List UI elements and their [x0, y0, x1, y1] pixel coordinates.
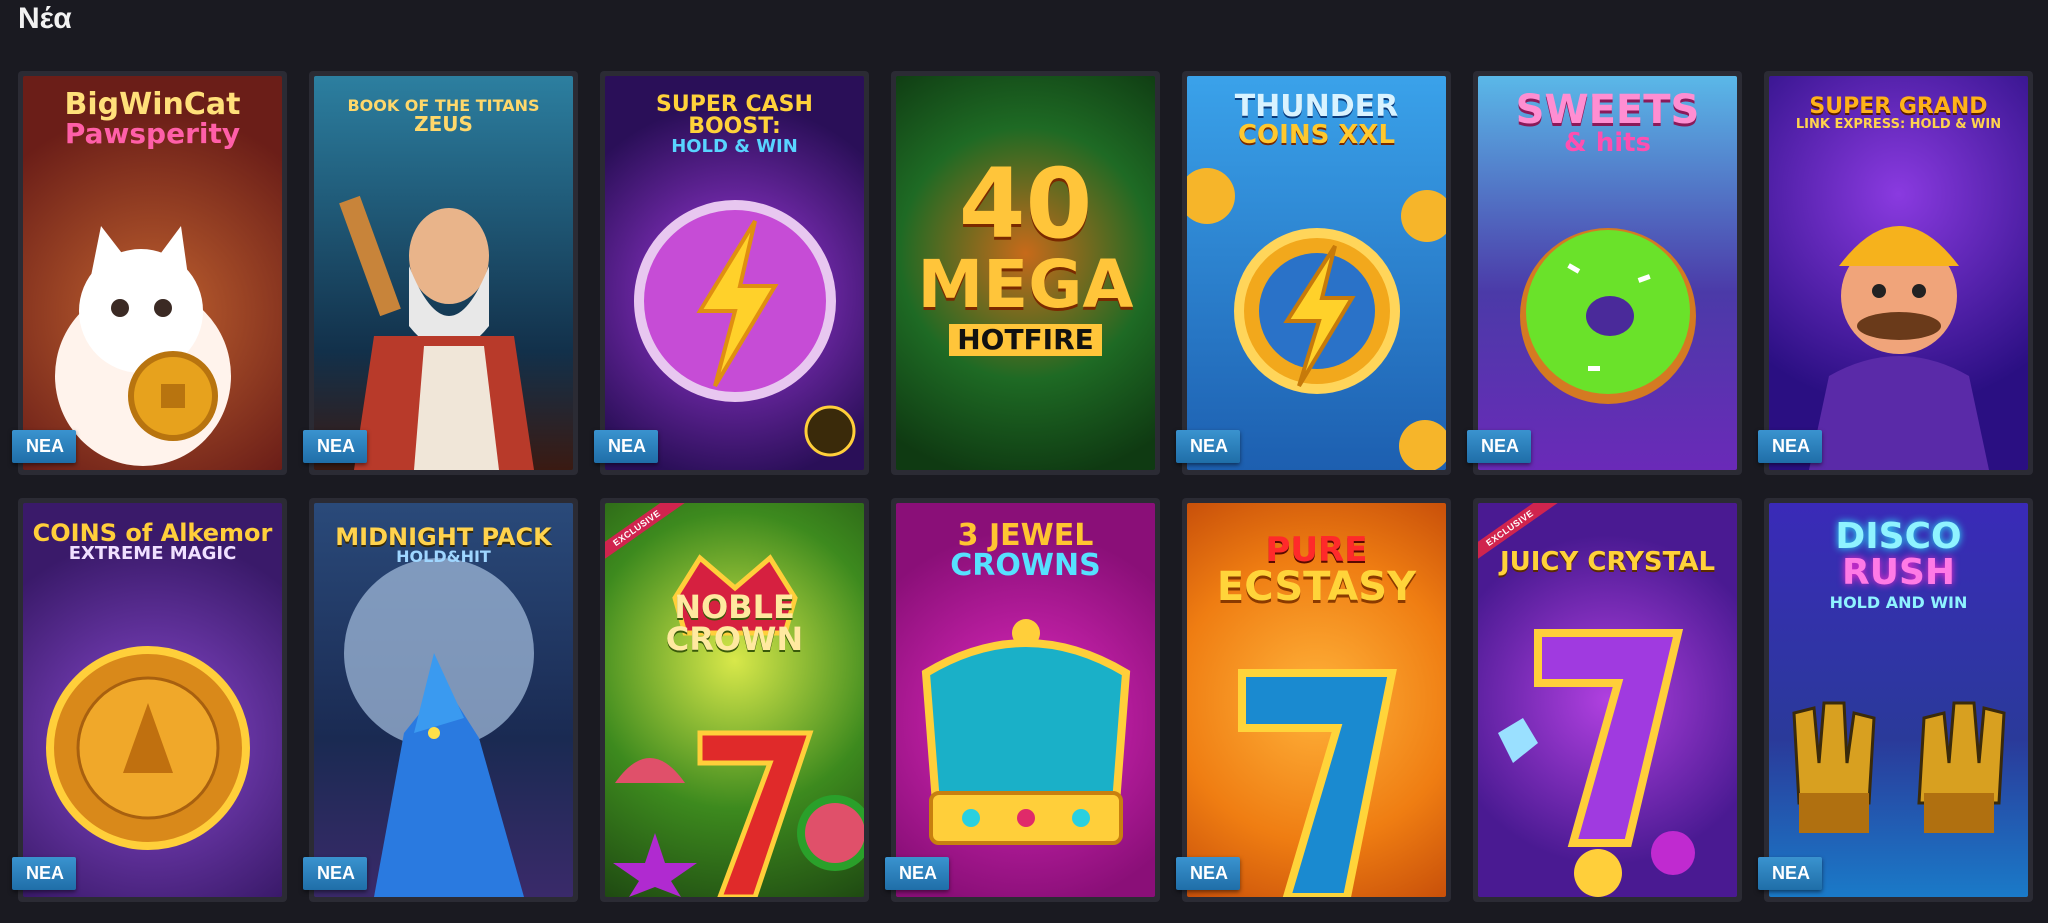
game-title-line2: LINK EXPRESS: HOLD & WIN — [1795, 117, 2002, 132]
new-badge: ΝΕΑ — [885, 857, 950, 890]
new-badge: ΝΕΑ — [1176, 857, 1241, 890]
game-title-line2: Pawsperity — [64, 117, 241, 150]
game-tile-coins-of-alkemor[interactable]: COINS of Alkemor EXTREME MAGIC ΝΕΑ — [12, 498, 287, 902]
games-grid: BigWinCat Pawsperity ΝΕΑ BOOK OF THE TIT… — [0, 0, 2048, 923]
game-thumbnail: JUICY CRYSTAL EXCLUSIVE — [1478, 503, 1737, 897]
game-title-line2: ZEUS — [414, 112, 473, 136]
game-title-line2: HOLD&HIT — [396, 547, 491, 566]
game-title-line1: NOBLE — [674, 588, 795, 626]
game-title-line1: SWEETS — [1515, 87, 1700, 133]
game-title-line2: EXTREME MAGIC — [68, 543, 237, 564]
game-tile-book-of-titans[interactable]: BOOK OF THE TITANS ZEUS ΝΕΑ — [303, 71, 578, 475]
game-tile-super-grand-link[interactable]: SUPER GRAND LINK EXPRESS: HOLD & WIN ΝΕΑ — [1758, 71, 2033, 475]
game-thumbnail: SUPER GRAND LINK EXPRESS: HOLD & WIN — [1769, 76, 2028, 470]
game-tile-3-jewel-crowns[interactable]: 3 JEWEL CROWNS ΝΕΑ — [885, 498, 1160, 902]
game-thumbnail: 3 JEWEL CROWNS — [896, 503, 1155, 897]
game-thumbnail: BOOK OF THE TITANS ZEUS — [314, 76, 573, 470]
new-badge: ΝΕΑ — [1758, 430, 1823, 463]
game-tile-juicy-crystal[interactable]: JUICY CRYSTAL EXCLUSIVE — [1473, 498, 1742, 902]
game-tile-sweets-hits[interactable]: SWEETS & hits ΝΕΑ — [1467, 71, 1742, 475]
game-title-line3: HOLD AND WIN — [1829, 593, 1968, 612]
game-tile-noble-crown[interactable]: NOBLE CROWN EXCLUSIVE — [600, 498, 869, 902]
game-tile-super-cash-boost[interactable]: SUPER CASH BOOST: HOLD & WIN ΝΕΑ — [594, 71, 869, 475]
new-badge: ΝΕΑ — [594, 430, 659, 463]
game-tile-bigwincat[interactable]: BigWinCat Pawsperity ΝΕΑ — [12, 71, 287, 475]
game-title-line1: MIDNIGHT PACK — [335, 523, 552, 551]
game-thumbnail: SWEETS & hits — [1478, 76, 1737, 470]
game-tile-midnight-pack[interactable]: MIDNIGHT PACK HOLD&HIT ΝΕΑ — [303, 498, 578, 902]
game-title-line2: COINS XXL — [1237, 120, 1396, 150]
game-title-line1: DISCO — [1835, 516, 1962, 557]
game-title-line1: COINS of Alkemor — [32, 519, 273, 547]
game-thumbnail: DISCO RUSH HOLD AND WIN — [1769, 503, 2028, 897]
new-badge: ΝΕΑ — [1176, 430, 1241, 463]
game-thumbnail: THUNDER COINS XXL — [1187, 76, 1446, 470]
game-tile-disco-rush[interactable]: DISCO RUSH HOLD AND WIN ΝΕΑ — [1758, 498, 2033, 902]
game-title-line1: SUPER CASH BOOST: — [656, 92, 813, 139]
game-tile-40-mega-hotfire[interactable]: 40 MEGA HOTFIRE — [891, 71, 1160, 475]
game-tile-pure-ecstasy[interactable]: PURE ECSTASY ΝΕΑ — [1176, 498, 1451, 902]
game-thumbnail: NOBLE CROWN EXCLUSIVE — [605, 503, 864, 897]
game-thumbnail: PURE ECSTASY — [1187, 503, 1446, 897]
game-title-line2: HOLD & WIN — [671, 136, 798, 157]
conductor-illustration — [1809, 226, 1989, 470]
game-title-line1: 3 JEWEL — [957, 518, 1094, 553]
new-badge: ΝΕΑ — [303, 857, 368, 890]
game-thumbnail: SUPER CASH BOOST: HOLD & WIN — [605, 76, 864, 470]
game-thumbnail: COINS of Alkemor EXTREME MAGIC — [23, 503, 282, 897]
game-title-line1: PURE — [1265, 530, 1368, 570]
game-title-line2: CROWNS — [950, 548, 1101, 583]
new-badge: ΝΕΑ — [1758, 857, 1823, 890]
game-title-line2: RUSH — [1841, 552, 1955, 593]
game-title-line2: ECSTASY — [1216, 564, 1417, 610]
game-title-line1: 40 — [958, 148, 1093, 260]
new-badge: ΝΕΑ — [303, 430, 368, 463]
game-thumbnail: MIDNIGHT PACK HOLD&HIT — [314, 503, 573, 897]
game-title-line2: & hits — [1563, 128, 1652, 158]
game-thumbnail: BigWinCat Pawsperity — [23, 76, 282, 470]
game-title-line1: JUICY CRYSTAL — [1499, 547, 1716, 577]
game-title-line3: HOTFIRE — [949, 324, 1102, 356]
game-thumbnail: 40 MEGA HOTFIRE — [896, 76, 1155, 470]
crown-seven-illustration — [613, 554, 864, 897]
game-title-line2: MEGA — [917, 246, 1134, 323]
new-badge: ΝΕΑ — [1467, 430, 1532, 463]
game-title-line1: SUPER GRAND — [1809, 94, 1988, 119]
game-tile-thunder-coins[interactable]: THUNDER COINS XXL ΝΕΑ — [1176, 71, 1451, 475]
game-title-line1: THUNDER — [1234, 89, 1399, 124]
game-title-line1: BigWinCat — [64, 87, 241, 122]
new-badge: ΝΕΑ — [12, 857, 77, 890]
new-badge: ΝΕΑ — [12, 430, 77, 463]
game-title-line2: CROWN — [665, 620, 804, 658]
